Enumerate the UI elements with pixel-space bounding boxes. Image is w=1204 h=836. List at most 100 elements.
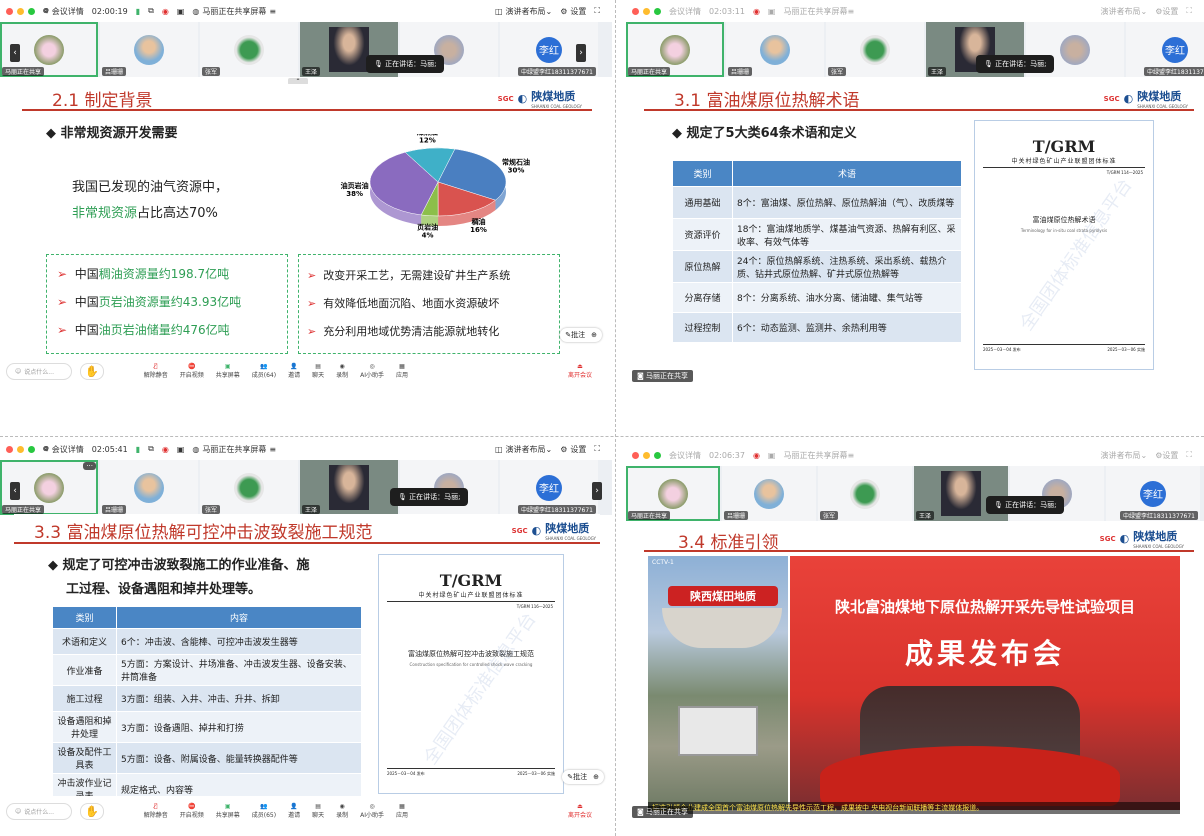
- strip-left-arrow[interactable]: ‹: [10, 482, 20, 500]
- participant-tile[interactable]: 王泽: [300, 460, 398, 515]
- control-bar: ☺ 说点什么... ✋ 🎙̸ 解除静音 ⛔ 开启视频 ▣ 共享屏幕 👥 成员(65) 👤 邀…: [0, 796, 612, 826]
- participant-tile[interactable]: 吕珊珊: [722, 466, 816, 521]
- maximize-dot[interactable]: [654, 7, 661, 15]
- hand-icon[interactable]: ✋: [80, 362, 104, 380]
- leave-button[interactable]: ⏏ 离开会议: [568, 803, 592, 819]
- meeting-details-button[interactable]: ᪤ 会议详情: [43, 443, 84, 456]
- ai-button[interactable]: ◎ AI小助手: [360, 803, 384, 819]
- minimize-dot[interactable]: [17, 7, 24, 15]
- participant-tile[interactable]: 张军: [826, 22, 924, 77]
- settings-button[interactable]: ⚙ 设置: [560, 444, 586, 455]
- participant-tile[interactable]: 李红中绿盟李红18311377671: [500, 460, 598, 515]
- minimize-dot[interactable]: [643, 7, 650, 15]
- record-button[interactable]: ◉ 录制: [336, 363, 348, 379]
- participant-tile[interactable]: 张军: [200, 22, 298, 77]
- chat-input[interactable]: ☺ 说点什么...: [6, 802, 72, 820]
- participant-tile[interactable]: 李红中绿盟李红18311377671: [1106, 466, 1200, 521]
- settings-button[interactable]: ⚙ 设置: [560, 6, 586, 17]
- record-icon[interactable]: ◉: [753, 451, 760, 460]
- logo-subtitle: SHAANXI COAL GEOLOGY: [545, 536, 596, 541]
- participant-tile[interactable]: 吕珊珊: [726, 22, 824, 77]
- participant-tile[interactable]: 吕珊珊: [100, 460, 198, 515]
- participant-tile[interactable]: 马丽正在共享: [626, 22, 724, 77]
- hand-icon[interactable]: ✋: [80, 802, 104, 820]
- group-logo: SGC: [1099, 534, 1116, 543]
- close-dot[interactable]: [632, 7, 639, 15]
- ai-button[interactable]: ◎ AI小助手: [360, 363, 384, 379]
- participant-tile[interactable]: 吕珊珊: [100, 22, 198, 77]
- chat-icon[interactable]: ▣: [768, 7, 776, 16]
- chat-icon[interactable]: ▣: [177, 445, 185, 454]
- benefit-item: ➢ 有效降低地面沉陷、地面水资源破坏: [307, 295, 499, 311]
- chat-icon[interactable]: ▣: [177, 7, 185, 16]
- settings-button[interactable]: ⚙ 设置: [1155, 6, 1178, 17]
- fullscreen-icon[interactable]: ⛶: [1186, 6, 1192, 16]
- record-icon[interactable]: ◉: [162, 7, 169, 16]
- share-button[interactable]: ▣ 共享屏幕: [216, 803, 240, 819]
- fullscreen-icon[interactable]: ⛶: [594, 6, 600, 16]
- strip-left-arrow[interactable]: ‹: [10, 44, 20, 62]
- participant-tile[interactable]: 马丽正在共享: [626, 466, 720, 521]
- strip-right-arrow[interactable]: ›: [592, 482, 602, 500]
- mute-button[interactable]: 🎙̸ 解除静音: [144, 803, 168, 819]
- strip-right-arrow[interactable]: ›: [576, 44, 586, 62]
- layout-button[interactable]: ◫ 演讲者布局 ⌄: [495, 444, 552, 455]
- fullscreen-icon[interactable]: ⛶: [1186, 450, 1192, 460]
- apps-button[interactable]: ▦ 应用: [396, 363, 408, 379]
- fullscreen-icon[interactable]: ⛶: [594, 444, 600, 454]
- record-icon[interactable]: ◉: [753, 7, 760, 16]
- chat-button[interactable]: ▤ 聊天: [312, 803, 324, 819]
- invite-button[interactable]: 👤 邀请: [288, 803, 300, 819]
- participant-tile[interactable]: 张军: [200, 460, 298, 515]
- layout-label: 演讲者布局: [1100, 450, 1141, 460]
- minimize-dot[interactable]: [17, 445, 24, 453]
- meeting-details-button[interactable]: 会议详情: [669, 450, 701, 461]
- maximize-dot[interactable]: [654, 451, 661, 459]
- company-logo: SGC ◐ 陕煤地质 SHAANXI COAL GEOLOGY: [498, 88, 582, 109]
- annotate-button[interactable]: ✎批注: [567, 772, 587, 782]
- person-avatar: [134, 472, 164, 503]
- chat-icon[interactable]: ▣: [768, 451, 776, 460]
- close-dot[interactable]: [6, 445, 13, 453]
- record-button[interactable]: ◉ 录制: [336, 803, 348, 819]
- popout-icon[interactable]: ⧉: [148, 6, 154, 16]
- apps-button[interactable]: ▦ 应用: [396, 803, 408, 819]
- more-icon[interactable]: ···: [83, 462, 96, 470]
- popout-icon[interactable]: ⧉: [148, 444, 154, 454]
- arrow-bullet-icon: ➢: [57, 267, 71, 281]
- annotate-button[interactable]: ✎批注: [565, 330, 585, 340]
- chat-button[interactable]: ▤ 聊天: [312, 363, 324, 379]
- mute-button[interactable]: 🎙̸ 解除静音: [144, 363, 168, 379]
- layout-button[interactable]: 演讲者布局 ⌄: [1101, 450, 1148, 461]
- zoom-icon[interactable]: ⊕: [591, 331, 597, 339]
- layout-label: 演讲者布局: [505, 6, 546, 16]
- menu-icon[interactable]: ≡: [269, 7, 276, 16]
- minimize-dot[interactable]: [643, 451, 650, 459]
- maximize-dot[interactable]: [28, 7, 35, 15]
- menu-icon[interactable]: ≡: [269, 445, 276, 454]
- video-feed: [329, 465, 369, 510]
- maximize-dot[interactable]: [28, 445, 35, 453]
- close-dot[interactable]: [6, 7, 13, 15]
- record-icon[interactable]: ◉: [162, 445, 169, 454]
- leave-button[interactable]: ⏏ 离开会议: [568, 363, 592, 379]
- zoom-icon[interactable]: ⊕: [593, 773, 599, 781]
- highlight-text: 非常规资源: [72, 206, 138, 221]
- meeting-details-button[interactable]: 会议详情: [669, 6, 701, 17]
- video-button[interactable]: ⛔ 开启视频: [180, 363, 204, 379]
- layout-button[interactable]: ◫ 演讲者布局 ⌄: [495, 6, 552, 17]
- close-dot[interactable]: [632, 451, 639, 459]
- share-button[interactable]: ▣ 共享屏幕: [216, 363, 240, 379]
- chat-input[interactable]: ☺ 说点什么...: [6, 362, 72, 380]
- annotate-label: 批注: [573, 773, 588, 781]
- video-button[interactable]: ⛔ 开启视频: [180, 803, 204, 819]
- invite-button[interactable]: 👤 邀请: [288, 363, 300, 379]
- participant-tile[interactable]: 张军: [818, 466, 912, 521]
- members-button[interactable]: 👥 成员(65): [252, 803, 276, 819]
- meeting-details-button[interactable]: ᪤ 会议详情: [43, 5, 84, 18]
- settings-button[interactable]: ⚙ 设置: [1155, 450, 1178, 461]
- standard-number: T/GRM 116—2025: [516, 604, 553, 609]
- members-button[interactable]: 👥 成员(64): [252, 363, 276, 379]
- participant-tile[interactable]: 李红中绿盟李红18311377671: [1126, 22, 1204, 77]
- layout-button[interactable]: 演讲者布局 ⌄: [1101, 6, 1148, 17]
